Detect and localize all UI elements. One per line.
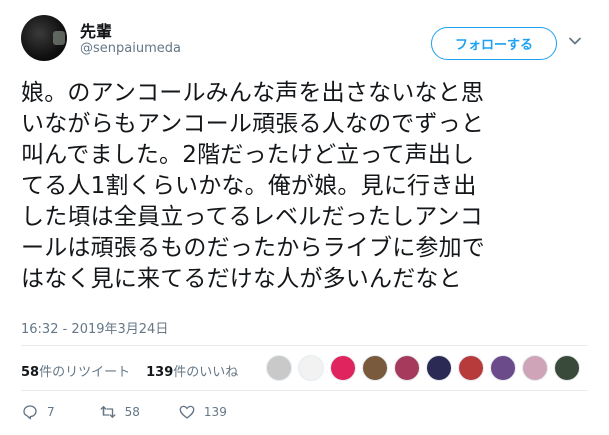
retweets-label: 件のリツイート xyxy=(39,364,131,380)
liker-avatar[interactable] xyxy=(362,355,388,381)
tweet-line: はなく見に来てるだけな人が多いんだなと xyxy=(21,266,462,292)
divider xyxy=(21,345,588,346)
liker-avatar[interactable] xyxy=(458,355,484,381)
retweet-button[interactable]: 58 xyxy=(99,403,140,421)
liker-avatars xyxy=(266,355,586,381)
tweet-stats: 58件のリツイート 139件のいいね xyxy=(21,356,254,384)
tweet-timestamp[interactable]: 16:32 - 2019年3月24日 xyxy=(21,318,168,337)
tweet-line: 娘。のアンコールみんな声を出さないなと思 xyxy=(21,80,485,106)
like-button[interactable]: 139 xyxy=(178,403,227,421)
follow-button[interactable]: フォローする xyxy=(431,27,557,60)
display-name[interactable]: 先輩 xyxy=(80,18,112,42)
tweet-line: した頃は全員立ってるレベルだったしアンコ xyxy=(21,204,483,230)
tweet-actions: 7 58 139 xyxy=(21,403,263,421)
liker-avatar[interactable] xyxy=(554,355,580,381)
tweet-line: ールは頑張るものだったからライブに参加で xyxy=(21,235,485,261)
likes-stat[interactable]: 139件のいいね xyxy=(146,361,238,380)
liker-avatar[interactable] xyxy=(330,355,356,381)
liker-avatar[interactable] xyxy=(266,355,292,381)
heart-icon xyxy=(179,405,195,419)
tweet-line: いながらもアンコール頑張る人なのでずっと xyxy=(21,111,485,137)
liker-avatar[interactable] xyxy=(490,355,516,381)
retweet-count: 58 xyxy=(124,405,140,419)
retweet-icon xyxy=(100,406,116,418)
reply-button[interactable]: 7 xyxy=(21,403,55,421)
chevron-down-icon[interactable] xyxy=(568,34,582,48)
retweets-count: 58 xyxy=(21,364,40,380)
reply-count: 7 xyxy=(47,405,55,419)
divider xyxy=(21,390,588,391)
retweets-stat[interactable]: 58件のリツイート xyxy=(21,361,130,380)
tweet-line: 叫んでました。2階だったけど立って声出し xyxy=(21,142,475,168)
liker-avatar[interactable] xyxy=(298,355,324,381)
tweet-line: てる人1割くらいかな。俺が娘。見に行き出 xyxy=(21,173,477,199)
user-handle[interactable]: @senpaiumeda xyxy=(80,41,181,56)
liker-avatar[interactable] xyxy=(522,355,548,381)
likes-count: 139 xyxy=(146,364,174,380)
like-count: 139 xyxy=(203,405,227,419)
likes-label: 件のいいね xyxy=(173,364,239,380)
liker-avatar[interactable] xyxy=(426,355,452,381)
tweet-text: 娘。のアンコールみんな声を出さないなと思 いながらもアンコール頑張る人なのでずっ… xyxy=(21,78,596,295)
reply-icon xyxy=(23,405,37,420)
avatar[interactable] xyxy=(21,15,67,61)
liker-avatar[interactable] xyxy=(394,355,420,381)
